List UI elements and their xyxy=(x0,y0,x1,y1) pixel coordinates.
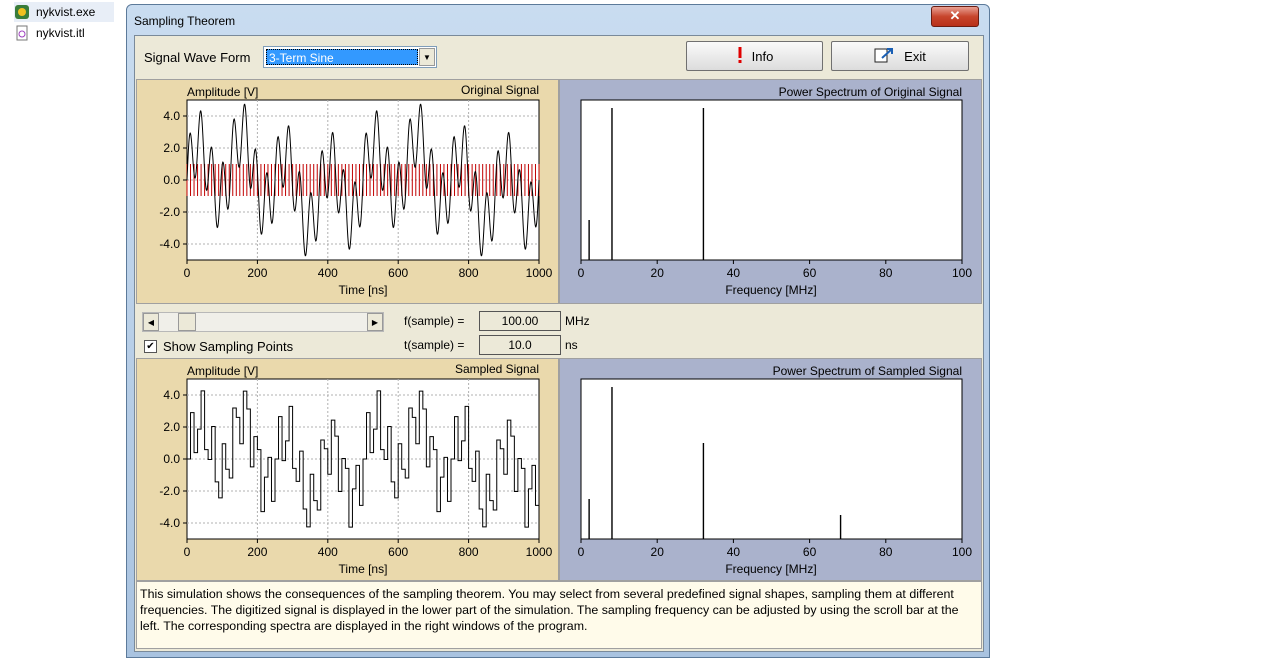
show-sampling-points-checkbox[interactable]: ✔ Show Sampling Points xyxy=(144,339,293,354)
x-tick-label: 600 xyxy=(388,266,408,280)
show-sampling-points-label: Show Sampling Points xyxy=(163,339,294,354)
desktop-item-itl[interactable]: nykvist.itl xyxy=(14,23,85,43)
t-sample-label: t(sample) = xyxy=(404,338,465,352)
original-spectrum-title: Power Spectrum of Original Signal xyxy=(779,85,962,99)
x-tick-label: 100 xyxy=(952,545,972,559)
sampled-signal-chart: Amplitude [V] Sampled Signal 0 200 400 600 8… xyxy=(159,362,553,576)
app-window: Sampling Theorem ✕ Signal Wave Form 3-Te… xyxy=(126,4,990,658)
signal-wave-form-label: Signal Wave Form xyxy=(144,50,251,65)
sampled-signal-xlabel: Time [ns] xyxy=(339,562,388,576)
sampled-spectrum-xlabel: Frequency [MHz] xyxy=(725,562,816,576)
y-tick-label: 2.0 xyxy=(163,420,180,434)
x-tick-label: 400 xyxy=(318,266,338,280)
x-tick-label: 80 xyxy=(879,545,893,559)
original-signal-panel: Amplitude [V] Original Signal 0 200 400 600… xyxy=(136,79,559,304)
y-tick-label: -4.0 xyxy=(159,237,180,251)
x-tick-label: 1000 xyxy=(526,545,553,559)
y-tick-label: -4.0 xyxy=(159,516,180,530)
plot-area xyxy=(580,99,963,261)
y-tick-label: 4.0 xyxy=(163,109,180,123)
description-text: This simulation shows the consequences o… xyxy=(136,581,982,649)
sampled-signal-ylabel: Amplitude [V] xyxy=(187,364,258,378)
x-tick-label: 0 xyxy=(184,545,191,559)
document-icon xyxy=(14,25,30,41)
sampled-spectrum-panel: Power Spectrum of Sampled Signal 0 20 40 60… xyxy=(559,358,982,581)
original-spectrum-xlabel: Frequency [MHz] xyxy=(725,283,816,297)
exit-button[interactable]: Exit xyxy=(831,41,969,71)
sampled-spectrum-title: Power Spectrum of Sampled Signal xyxy=(773,364,962,378)
sampled-spectrum-chart: Power Spectrum of Sampled Signal 0 20 40 60… xyxy=(578,364,973,576)
sampled-signal-panel: Amplitude [V] Sampled Signal 0 200 400 600 8… xyxy=(136,358,559,581)
y-tick-label: 4.0 xyxy=(163,388,180,402)
x-tick-label: 20 xyxy=(651,266,665,280)
x-tick-label: 400 xyxy=(318,545,338,559)
original-signal-xlabel: Time [ns] xyxy=(339,283,388,297)
desktop-item-exe[interactable]: nykvist.exe xyxy=(14,2,114,22)
scroll-thumb[interactable] xyxy=(178,313,196,331)
y-tick-label: 0.0 xyxy=(163,173,180,187)
x-tick-label: 100 xyxy=(952,266,972,280)
original-signal-panel-label: Original Signal xyxy=(461,83,539,97)
sampled-signal-panel-label: Sampled Signal xyxy=(455,362,539,376)
y-tick-label: 2.0 xyxy=(163,141,180,155)
x-tick-label: 200 xyxy=(247,545,267,559)
signal-wave-form-select[interactable]: 3-Term Sine ▼ xyxy=(263,46,437,68)
x-tick-label: 600 xyxy=(388,545,408,559)
info-button[interactable]: Info xyxy=(686,41,823,71)
x-tick-label: 800 xyxy=(459,266,479,280)
x-tick-label: 0 xyxy=(184,266,191,280)
close-button[interactable]: ✕ xyxy=(931,6,979,27)
f-sample-field: 100.00 xyxy=(479,311,561,331)
t-sample-field: 10.0 xyxy=(479,335,561,355)
scroll-right-icon[interactable]: ▶ xyxy=(367,313,383,331)
y-tick-label: 0.0 xyxy=(163,452,180,466)
x-tick-label: 60 xyxy=(803,266,817,280)
y-tick-label: -2.0 xyxy=(159,484,180,498)
original-spectrum-chart: Power Spectrum of Original Signal 0 20 40 6… xyxy=(578,85,973,297)
exit-icon xyxy=(874,46,896,67)
close-icon: ✕ xyxy=(949,8,961,23)
desktop-item-label: nykvist.exe xyxy=(36,5,96,19)
x-tick-label: 200 xyxy=(247,266,267,280)
f-sample-unit: MHz xyxy=(565,314,590,328)
x-tick-label: 80 xyxy=(879,266,893,280)
desktop-item-label: nykvist.itl xyxy=(36,26,85,40)
original-signal-chart: Amplitude [V] Original Signal 0 200 400 600… xyxy=(159,83,553,297)
x-tick-label: 0 xyxy=(578,545,585,559)
x-tick-label: 1000 xyxy=(526,266,553,280)
checkmark-icon[interactable]: ✔ xyxy=(144,340,157,353)
client-area: Signal Wave Form 3-Term Sine ▼ Info Exit… xyxy=(134,35,984,652)
plot-area xyxy=(580,378,963,540)
info-label: Info xyxy=(751,48,774,64)
x-tick-label: 800 xyxy=(459,545,479,559)
y-tick-label: -2.0 xyxy=(159,205,180,219)
t-sample-unit: ns xyxy=(565,338,578,352)
window-title: Sampling Theorem xyxy=(134,14,236,28)
scroll-left-icon[interactable]: ◀ xyxy=(143,313,159,331)
exclamation-icon xyxy=(736,46,744,67)
x-tick-label: 0 xyxy=(578,266,585,280)
title-bar[interactable]: Sampling Theorem ✕ xyxy=(127,5,989,35)
application-icon xyxy=(14,4,30,20)
signal-wave-form-value: 3-Term Sine xyxy=(266,49,418,65)
original-spectrum-panel: Power Spectrum of Original Signal 0 20 40 6… xyxy=(559,79,982,304)
sampling-frequency-scrollbar[interactable]: ◀ ▶ xyxy=(142,312,384,332)
x-tick-label: 40 xyxy=(727,545,741,559)
f-sample-label: f(sample) = xyxy=(404,314,465,328)
x-tick-label: 40 xyxy=(727,266,741,280)
exit-label: Exit xyxy=(904,48,926,64)
x-tick-label: 60 xyxy=(803,545,817,559)
chevron-down-icon[interactable]: ▼ xyxy=(419,48,435,66)
sampling-controls: ◀ ▶ ✔ Show Sampling Points f(sample) = 1… xyxy=(136,304,982,360)
x-tick-label: 20 xyxy=(651,545,665,559)
original-signal-ylabel: Amplitude [V] xyxy=(187,85,258,99)
